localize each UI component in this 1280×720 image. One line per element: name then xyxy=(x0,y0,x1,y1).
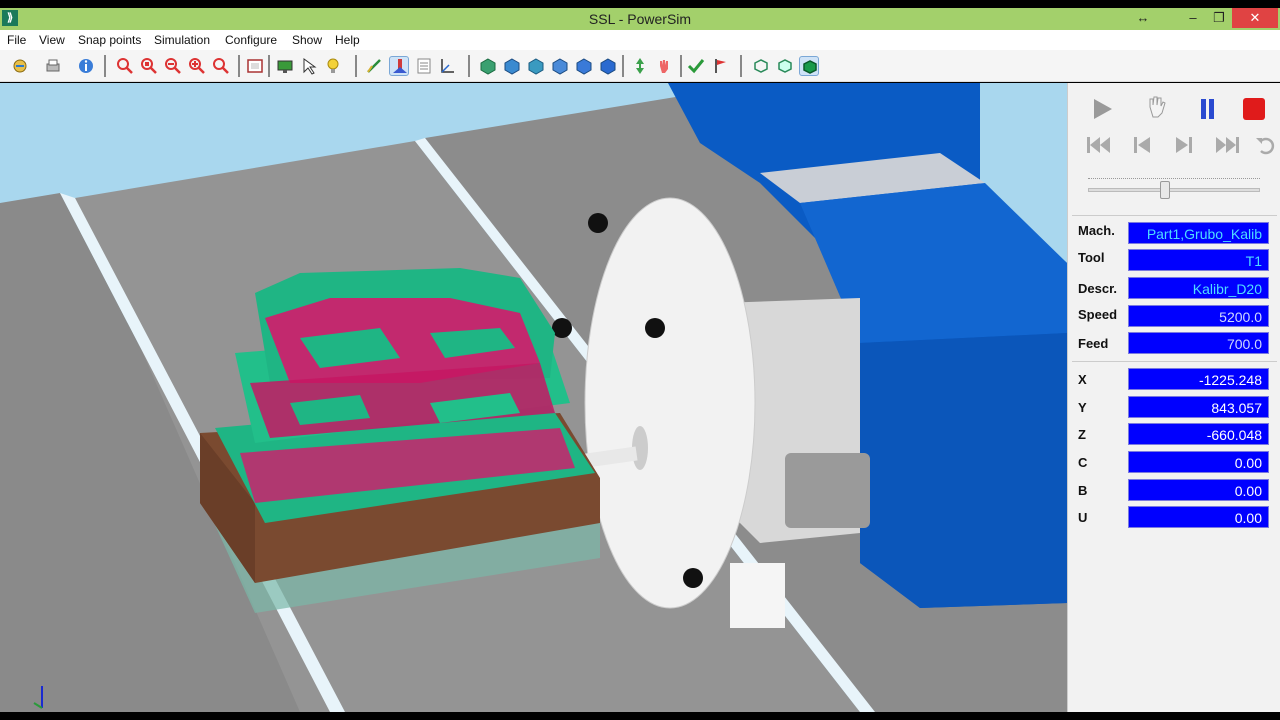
menu-help[interactable]: Help xyxy=(335,33,360,47)
maximize-button[interactable]: ❐ xyxy=(1202,8,1236,28)
window-title: SSL - PowerSim xyxy=(588,11,692,27)
play-icon[interactable] xyxy=(1088,95,1116,123)
feed-label: Feed xyxy=(1078,336,1109,351)
step-back-icon[interactable] xyxy=(1128,131,1156,159)
menu-configure[interactable]: Configure xyxy=(225,33,277,47)
zoom-in-red-icon[interactable] xyxy=(115,56,135,76)
rewind-start-icon[interactable] xyxy=(1084,131,1112,159)
menu-show[interactable]: Show xyxy=(292,33,322,47)
table-icon[interactable] xyxy=(414,56,434,76)
undo-icon[interactable] xyxy=(1252,131,1280,159)
tool-field: T1 xyxy=(1128,249,1269,271)
zoom-all-icon[interactable] xyxy=(187,56,207,76)
feed-field: 700.0 xyxy=(1128,332,1269,354)
forward-end-icon[interactable] xyxy=(1214,131,1242,159)
c-label: C xyxy=(1078,455,1088,470)
screen-icon[interactable] xyxy=(275,56,295,76)
y-field: 843.057 xyxy=(1128,396,1269,418)
speed-slider-ticks xyxy=(1088,178,1260,184)
open-icon[interactable] xyxy=(10,56,30,76)
frame-icon[interactable] xyxy=(245,56,265,76)
stock-wire-icon[interactable] xyxy=(751,56,771,76)
toolbar xyxy=(0,50,1280,82)
view-bottom-icon[interactable] xyxy=(598,56,618,76)
description-label: Descr. xyxy=(1078,281,1118,296)
view-top-icon[interactable] xyxy=(574,56,594,76)
machine-label: Mach. xyxy=(1078,223,1115,238)
menu-bar: File View Snap points Simulation Configu… xyxy=(0,30,1280,50)
print-icon[interactable] xyxy=(43,56,63,76)
check-icon[interactable] xyxy=(686,56,706,76)
y-label: Y xyxy=(1078,400,1087,415)
speed-slider[interactable] xyxy=(1088,188,1260,192)
restore-width-button[interactable]: ↔ xyxy=(1126,8,1160,28)
panel-divider xyxy=(1072,361,1277,362)
toolbar-separator xyxy=(468,55,470,77)
hand-icon[interactable] xyxy=(1142,93,1170,121)
c-field: 0.00 xyxy=(1128,451,1269,473)
x-field: -1225.248 xyxy=(1128,368,1269,390)
speed-label: Speed xyxy=(1078,307,1118,322)
zoom-box-icon[interactable] xyxy=(139,56,159,76)
view-side-icon[interactable] xyxy=(526,56,546,76)
u-field: 0.00 xyxy=(1128,506,1269,528)
speed-field: 5200.0 xyxy=(1128,305,1269,327)
info-icon[interactable] xyxy=(76,56,96,76)
close-button[interactable]: ✕ xyxy=(1232,8,1278,28)
stock-solid-icon[interactable] xyxy=(799,56,819,76)
stop-icon[interactable] xyxy=(1240,95,1268,123)
menu-simulation[interactable]: Simulation xyxy=(154,33,210,47)
step-forward-icon[interactable] xyxy=(1170,131,1198,159)
view-front-icon[interactable] xyxy=(502,56,522,76)
toolbar-separator xyxy=(238,55,240,77)
menu-view[interactable]: View xyxy=(39,33,65,47)
view-iso-icon[interactable] xyxy=(478,56,498,76)
machine-field: Part1,Grubo_Kalib xyxy=(1128,222,1269,244)
zoom-fit-icon[interactable] xyxy=(211,56,231,76)
zoom-out-icon[interactable] xyxy=(163,56,183,76)
bulb-icon[interactable] xyxy=(323,56,343,76)
cursor-icon[interactable] xyxy=(299,56,319,76)
pause-icon[interactable] xyxy=(1194,95,1222,123)
tool-label: Tool xyxy=(1078,250,1105,265)
z-label: Z xyxy=(1078,427,1086,442)
panel-divider xyxy=(1072,215,1277,216)
move-icon[interactable] xyxy=(630,56,650,76)
simulation-viewport[interactable] xyxy=(0,83,1067,712)
description-field: Kalibr_D20 xyxy=(1128,277,1269,299)
stock-outline-icon[interactable] xyxy=(775,56,795,76)
title-bar: ⟫ SSL - PowerSim ↔ – ❐ ✕ xyxy=(0,8,1280,30)
b-field: 0.00 xyxy=(1128,479,1269,501)
axes-icon[interactable] xyxy=(437,56,457,76)
z-field: -660.048 xyxy=(1128,423,1269,445)
menu-snap-points[interactable]: Snap points xyxy=(78,33,141,47)
flag-icon[interactable] xyxy=(710,56,730,76)
toolpath-icon[interactable] xyxy=(364,56,384,76)
b-label: B xyxy=(1078,483,1088,498)
toolbar-separator xyxy=(680,55,682,77)
control-panel: Mach. Part1,Grubo_Kalib Tool T1 Descr. K… xyxy=(1067,83,1280,712)
toolbar-separator xyxy=(104,55,106,77)
toolbar-separator xyxy=(268,55,270,77)
hand-icon[interactable] xyxy=(654,56,674,76)
machine-icon[interactable] xyxy=(389,56,409,76)
bottom-border xyxy=(0,712,1280,720)
menu-file[interactable]: File xyxy=(7,33,26,47)
speed-slider-thumb[interactable] xyxy=(1160,181,1170,199)
view-right-icon[interactable] xyxy=(550,56,570,76)
toolbar-separator xyxy=(622,55,624,77)
x-label: X xyxy=(1078,372,1087,387)
toolbar-separator xyxy=(740,55,742,77)
toolbar-separator xyxy=(355,55,357,77)
u-label: U xyxy=(1078,510,1088,525)
